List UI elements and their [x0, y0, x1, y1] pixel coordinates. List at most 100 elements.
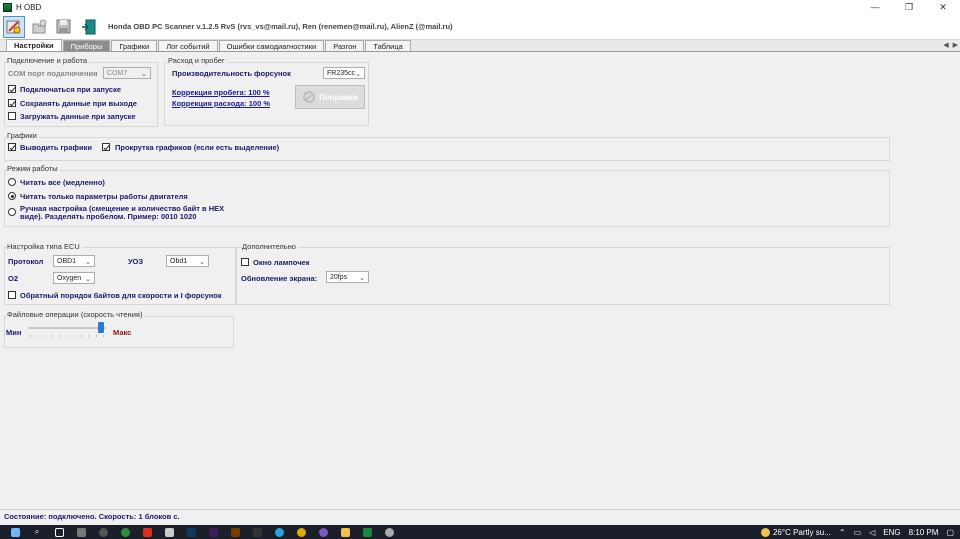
tab-table[interactable]: Таблица — [365, 40, 411, 51]
media-player-icon[interactable] — [250, 525, 264, 539]
injector-label: Производительность форсунок — [172, 69, 291, 78]
photoshop-icon[interactable] — [184, 525, 198, 539]
window-controls: — ❐ ✕ — [858, 0, 960, 14]
telegram-icon[interactable] — [272, 525, 286, 539]
tab-strip: Настройки Приборы Графики Лог событий Ош… — [0, 39, 960, 52]
mode-group-title: Режим работы — [7, 164, 60, 173]
explorer-icon[interactable] — [338, 525, 352, 539]
lamp-window-label: Окно лампочек — [253, 258, 310, 267]
injector-select[interactable]: FR235cc ⌄ — [323, 67, 365, 79]
tab-scroll: ◀ ▶ — [943, 41, 958, 49]
read-engine-label: Читать только параметры работы двигателя — [20, 192, 188, 201]
honda-obd-taskbar-icon[interactable] — [360, 525, 374, 539]
notifications-icon[interactable]: ▢ — [946, 528, 954, 537]
premiere-icon[interactable] — [206, 525, 220, 539]
toolbar: Honda OBD PC Scanner v.1.2.5 RvS (rvs_vs… — [0, 14, 960, 40]
title-bar: H OBD — ❐ ✕ — [0, 0, 960, 14]
save-on-exit-label: Сохранять данные при выходе — [20, 99, 137, 108]
viber-icon[interactable] — [316, 525, 330, 539]
lamp-window-checkbox[interactable] — [241, 258, 249, 266]
chevron-down-icon: ⌄ — [141, 71, 147, 78]
network-icon[interactable]: ▭ — [854, 528, 862, 537]
connection-group-title: Подключение и работа — [7, 56, 90, 65]
speed-slider-track[interactable] — [28, 327, 106, 329]
language-indicator[interactable]: ENG — [883, 528, 900, 537]
tab-scroll-left-icon[interactable]: ◀ — [943, 41, 948, 49]
scroll-graphs-checkbox[interactable] — [102, 143, 110, 151]
refresh-rate-select[interactable]: 20fps ⌄ — [326, 271, 369, 283]
files-icon[interactable] — [162, 525, 176, 539]
settings-tool-button[interactable] — [3, 15, 25, 38]
manual-config-radio[interactable] — [8, 208, 16, 216]
load-on-start-label: Загружать данные при запуске — [20, 112, 136, 121]
chevron-down-icon: ⌄ — [355, 71, 361, 78]
tab-settings[interactable]: Настройки — [6, 39, 62, 51]
save-tool-button[interactable] — [53, 16, 75, 38]
tab-event-log[interactable]: Лог событий — [158, 40, 218, 51]
minimize-button[interactable]: — — [858, 0, 892, 14]
o2-value: Oxygen — [57, 274, 82, 282]
illustrator-icon[interactable] — [228, 525, 242, 539]
show-graphs-label: Выводить графики — [20, 143, 92, 152]
maximize-button[interactable]: ❐ — [892, 0, 926, 14]
chrome-icon[interactable] — [294, 525, 308, 539]
chevron-down-icon: ⌄ — [199, 259, 205, 266]
fuel-correction-link[interactable]: Коррекция расхода: 100 % — [172, 99, 270, 108]
protocol-select[interactable]: OBD1 ⌄ — [53, 255, 95, 267]
save-on-exit-checkbox[interactable] — [8, 99, 16, 107]
speed-slider-thumb[interactable] — [97, 322, 104, 333]
refresh-rate-value: 20fps — [330, 273, 348, 281]
close-button[interactable]: ✕ — [926, 0, 960, 14]
connect-on-start-checkbox[interactable] — [8, 85, 16, 93]
protocol-label: Протокол — [8, 257, 44, 266]
fixes-button-label: Поправки — [319, 92, 358, 102]
file-ops-group-title: Файловые операции (скорость чтения) — [7, 310, 145, 319]
tool-icon[interactable] — [382, 525, 396, 539]
exit-door-icon — [82, 19, 96, 34]
read-engine-radio[interactable] — [8, 192, 16, 200]
app-title: Honda OBD PC Scanner v.1.2.5 RvS (rvs_vs… — [108, 22, 453, 31]
read-all-label: Читать все (медленно) — [20, 178, 105, 187]
com-port-select[interactable]: COM7 ⌄ — [103, 67, 151, 79]
tab-graphs[interactable]: Графики — [111, 40, 158, 51]
acrobat-icon[interactable] — [140, 525, 154, 539]
window-title: H OBD — [16, 2, 42, 12]
search-icon[interactable]: ⌕ — [30, 525, 44, 539]
exit-tool-button[interactable] — [78, 16, 100, 38]
fixes-button[interactable]: Поправки — [295, 85, 365, 109]
connect-on-start-label: Подключаться при запуске — [20, 85, 122, 94]
task-view-icon[interactable] — [52, 525, 66, 539]
ecu-group-title: Настройка типа ECU — [7, 242, 82, 251]
load-on-start-checkbox[interactable] — [8, 112, 16, 120]
tab-diagnostic-errors[interactable]: Ошибки самодиагностики — [218, 40, 325, 51]
weather-sun-icon — [760, 527, 770, 537]
media-icon[interactable] — [118, 525, 132, 539]
status-bar: Состояние: подключено. Скорость: 1 блоко… — [0, 509, 960, 523]
read-all-radio[interactable] — [8, 178, 16, 186]
graphs-group-title: Графики — [7, 131, 39, 140]
ignition-timing-label: УОЗ — [128, 257, 144, 266]
tab-gauges[interactable]: Приборы — [62, 40, 111, 51]
tab-scroll-right-icon[interactable]: ▶ — [953, 41, 958, 49]
calculator-icon[interactable] — [74, 525, 88, 539]
com-port-label: COM порт подключения — [8, 69, 98, 78]
tab-acceleration[interactable]: Разгон — [325, 40, 365, 51]
open-tool-button[interactable] — [28, 16, 50, 38]
show-graphs-checkbox[interactable] — [8, 143, 16, 151]
windows-start-icon[interactable] — [8, 525, 22, 539]
taskbar: ⌕ 26°C Partly su... ⌃ ▭ ◁ ENG 8:10 PM ▢ — [0, 525, 960, 539]
system-tray: 26°C Partly su... ⌃ ▭ ◁ ENG 8:10 PM ▢ — [760, 525, 954, 539]
settings-panel: Подключение и работа COM порт подключени… — [0, 53, 960, 508]
reverse-bytes-checkbox[interactable] — [8, 291, 16, 299]
volume-icon[interactable]: ◁ — [869, 528, 875, 537]
weather-widget[interactable]: 26°C Partly su... — [760, 527, 831, 537]
clock[interactable]: 8:10 PM — [909, 528, 939, 537]
obs-icon[interactable] — [96, 525, 110, 539]
ignition-timing-select[interactable]: Obd1 ⌄ — [166, 255, 209, 267]
mileage-correction-link[interactable]: Коррекция пробега: 100 % — [172, 88, 270, 97]
tray-chevron-up-icon[interactable]: ⌃ — [839, 528, 846, 537]
status-text: Состояние: подключено. Скорость: 1 блоко… — [4, 512, 180, 521]
o2-select[interactable]: Oxygen ⌄ — [53, 272, 95, 284]
chevron-down-icon: ⌄ — [85, 259, 91, 266]
save-icon — [56, 19, 71, 33]
